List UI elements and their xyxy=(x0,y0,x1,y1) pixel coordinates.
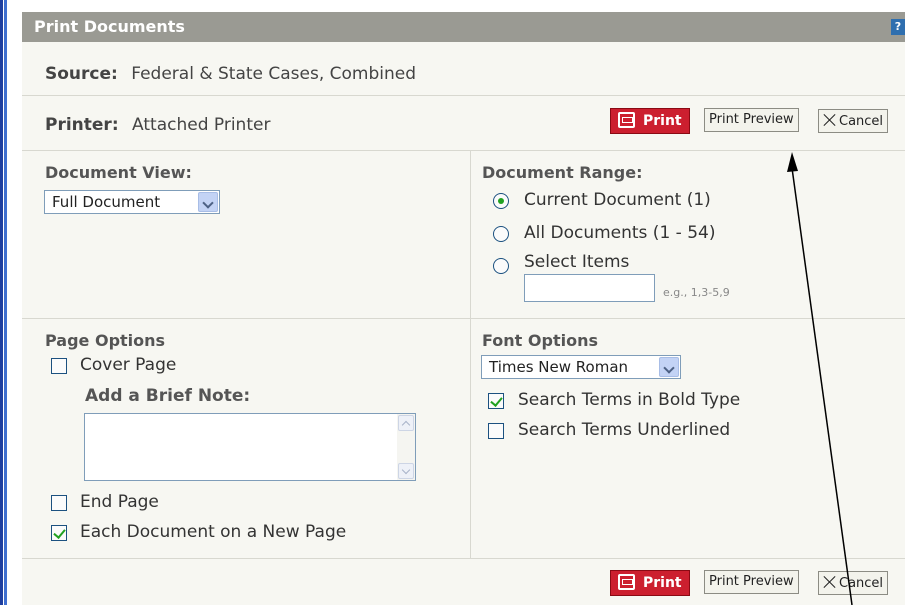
brief-note-textarea[interactable] xyxy=(84,413,416,481)
column-divider xyxy=(470,150,471,558)
chevron-down-icon xyxy=(198,192,218,212)
radio-label-current-document: Current Document (1) xyxy=(524,190,711,210)
source-value: Federal & State Cases, Combined xyxy=(131,64,417,84)
radio-select-items[interactable] xyxy=(493,258,509,274)
scrollbar[interactable] xyxy=(397,414,415,480)
help-icon[interactable]: ? xyxy=(891,19,905,35)
document-range-heading: Document Range: xyxy=(482,163,643,182)
print-preview-button-top[interactable]: Print Preview xyxy=(704,108,799,132)
checkbox-end-page[interactable] xyxy=(51,495,67,511)
print-preview-button-bottom[interactable]: Print Preview xyxy=(704,570,799,594)
close-icon xyxy=(823,113,837,127)
cancel-label: Cancel xyxy=(839,576,884,591)
left-edge-stripe xyxy=(0,0,7,605)
checkbox-each-new-page[interactable] xyxy=(51,525,67,541)
divider xyxy=(22,95,905,96)
cancel-label: Cancel xyxy=(839,114,884,129)
printer-icon xyxy=(618,574,635,590)
checkbox-bold-terms[interactable] xyxy=(488,393,504,409)
print-documents-dialog: Print Documents ? Source: Federal & Stat… xyxy=(22,12,905,605)
radio-current-document[interactable] xyxy=(493,193,509,209)
radio-all-documents[interactable] xyxy=(493,226,509,242)
source-label: Source: xyxy=(45,64,118,84)
page-options-heading: Page Options xyxy=(45,331,166,350)
font-options-heading: Font Options xyxy=(482,331,598,350)
print-button-label: Print xyxy=(643,575,682,591)
brief-note-label: Add a Brief Note: xyxy=(85,386,251,406)
radio-label-select-items: Select Items xyxy=(524,252,630,272)
cover-page-label: Cover Page xyxy=(80,355,177,375)
each-new-page-label: Each Document on a New Page xyxy=(80,522,347,542)
dialog-title: Print Documents xyxy=(34,17,185,36)
document-view-select[interactable]: Full Document xyxy=(44,190,220,214)
checkbox-underline-terms[interactable] xyxy=(488,423,504,439)
document-view-heading: Document View: xyxy=(45,163,192,182)
divider xyxy=(22,150,905,151)
divider xyxy=(22,318,905,319)
divider xyxy=(22,558,905,559)
printer-row: Printer: Attached Printer xyxy=(45,115,270,135)
close-icon xyxy=(823,575,837,589)
scroll-down-icon[interactable] xyxy=(398,463,414,479)
source-row: Source: Federal & State Cases, Combined xyxy=(45,64,416,84)
select-items-input[interactable] xyxy=(524,274,655,302)
scroll-up-icon[interactable] xyxy=(398,415,414,431)
print-button-label: Print xyxy=(643,113,682,129)
print-preview-label: Print Preview xyxy=(709,574,794,589)
print-button-bottom[interactable]: Print xyxy=(610,570,690,596)
print-button-top[interactable]: Print xyxy=(610,108,690,134)
print-preview-label: Print Preview xyxy=(709,112,794,127)
printer-icon xyxy=(618,112,635,128)
printer-value: Attached Printer xyxy=(132,115,271,135)
radio-label-all-documents: All Documents (1 - 54) xyxy=(524,223,716,243)
dialog-title-bar: Print Documents ? xyxy=(22,12,905,42)
font-selected: Times New Roman xyxy=(489,358,629,376)
font-select[interactable]: Times New Roman xyxy=(481,355,681,379)
select-items-hint: e.g., 1,3-5,9 xyxy=(663,286,730,299)
underline-terms-label: Search Terms Underlined xyxy=(518,420,731,440)
cancel-button-top[interactable]: Cancel xyxy=(818,109,889,133)
bold-terms-label: Search Terms in Bold Type xyxy=(518,390,741,410)
checkbox-cover-page[interactable] xyxy=(51,358,67,374)
chevron-down-icon xyxy=(659,357,679,377)
document-view-selected: Full Document xyxy=(52,193,161,211)
cancel-button-bottom[interactable]: Cancel xyxy=(818,571,889,595)
end-page-label: End Page xyxy=(80,492,159,512)
printer-label: Printer: xyxy=(45,115,119,135)
